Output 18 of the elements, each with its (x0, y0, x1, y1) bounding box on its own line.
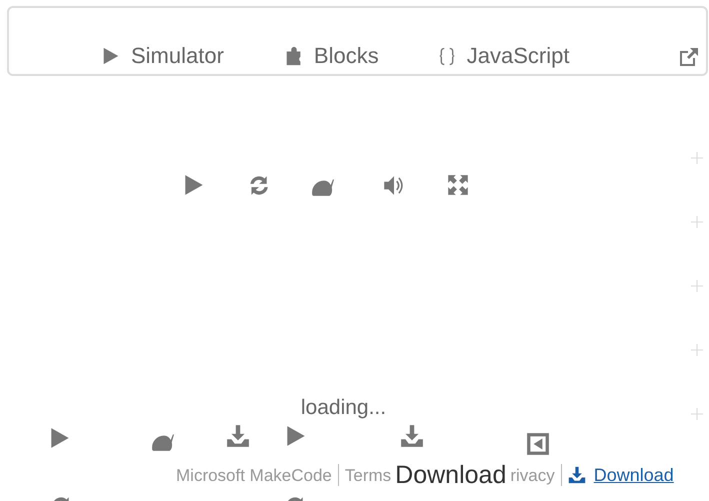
plus-icon (691, 152, 703, 164)
download-icon (568, 466, 586, 484)
loading-text: loading... (300, 395, 388, 421)
editor-tab[interactable]: JavaScript (436, 39, 570, 72)
plus-icon (691, 344, 703, 356)
editor-tab[interactable]: Simulator (101, 39, 224, 72)
download-link[interactable]: Download (568, 462, 674, 489)
download-label: Download (395, 460, 506, 490)
plus-icon (691, 280, 703, 292)
editor-tab[interactable]: Blocks (284, 39, 379, 72)
collapse-icon[interactable] (526, 432, 550, 456)
play-icon (101, 46, 121, 66)
plus-icon (691, 216, 703, 228)
external-link-icon[interactable] (678, 46, 700, 68)
download-icon[interactable] (400, 424, 424, 448)
plus-icon (691, 408, 703, 420)
fullscreen-icon[interactable] (446, 173, 470, 197)
download-icon[interactable] (226, 424, 250, 448)
